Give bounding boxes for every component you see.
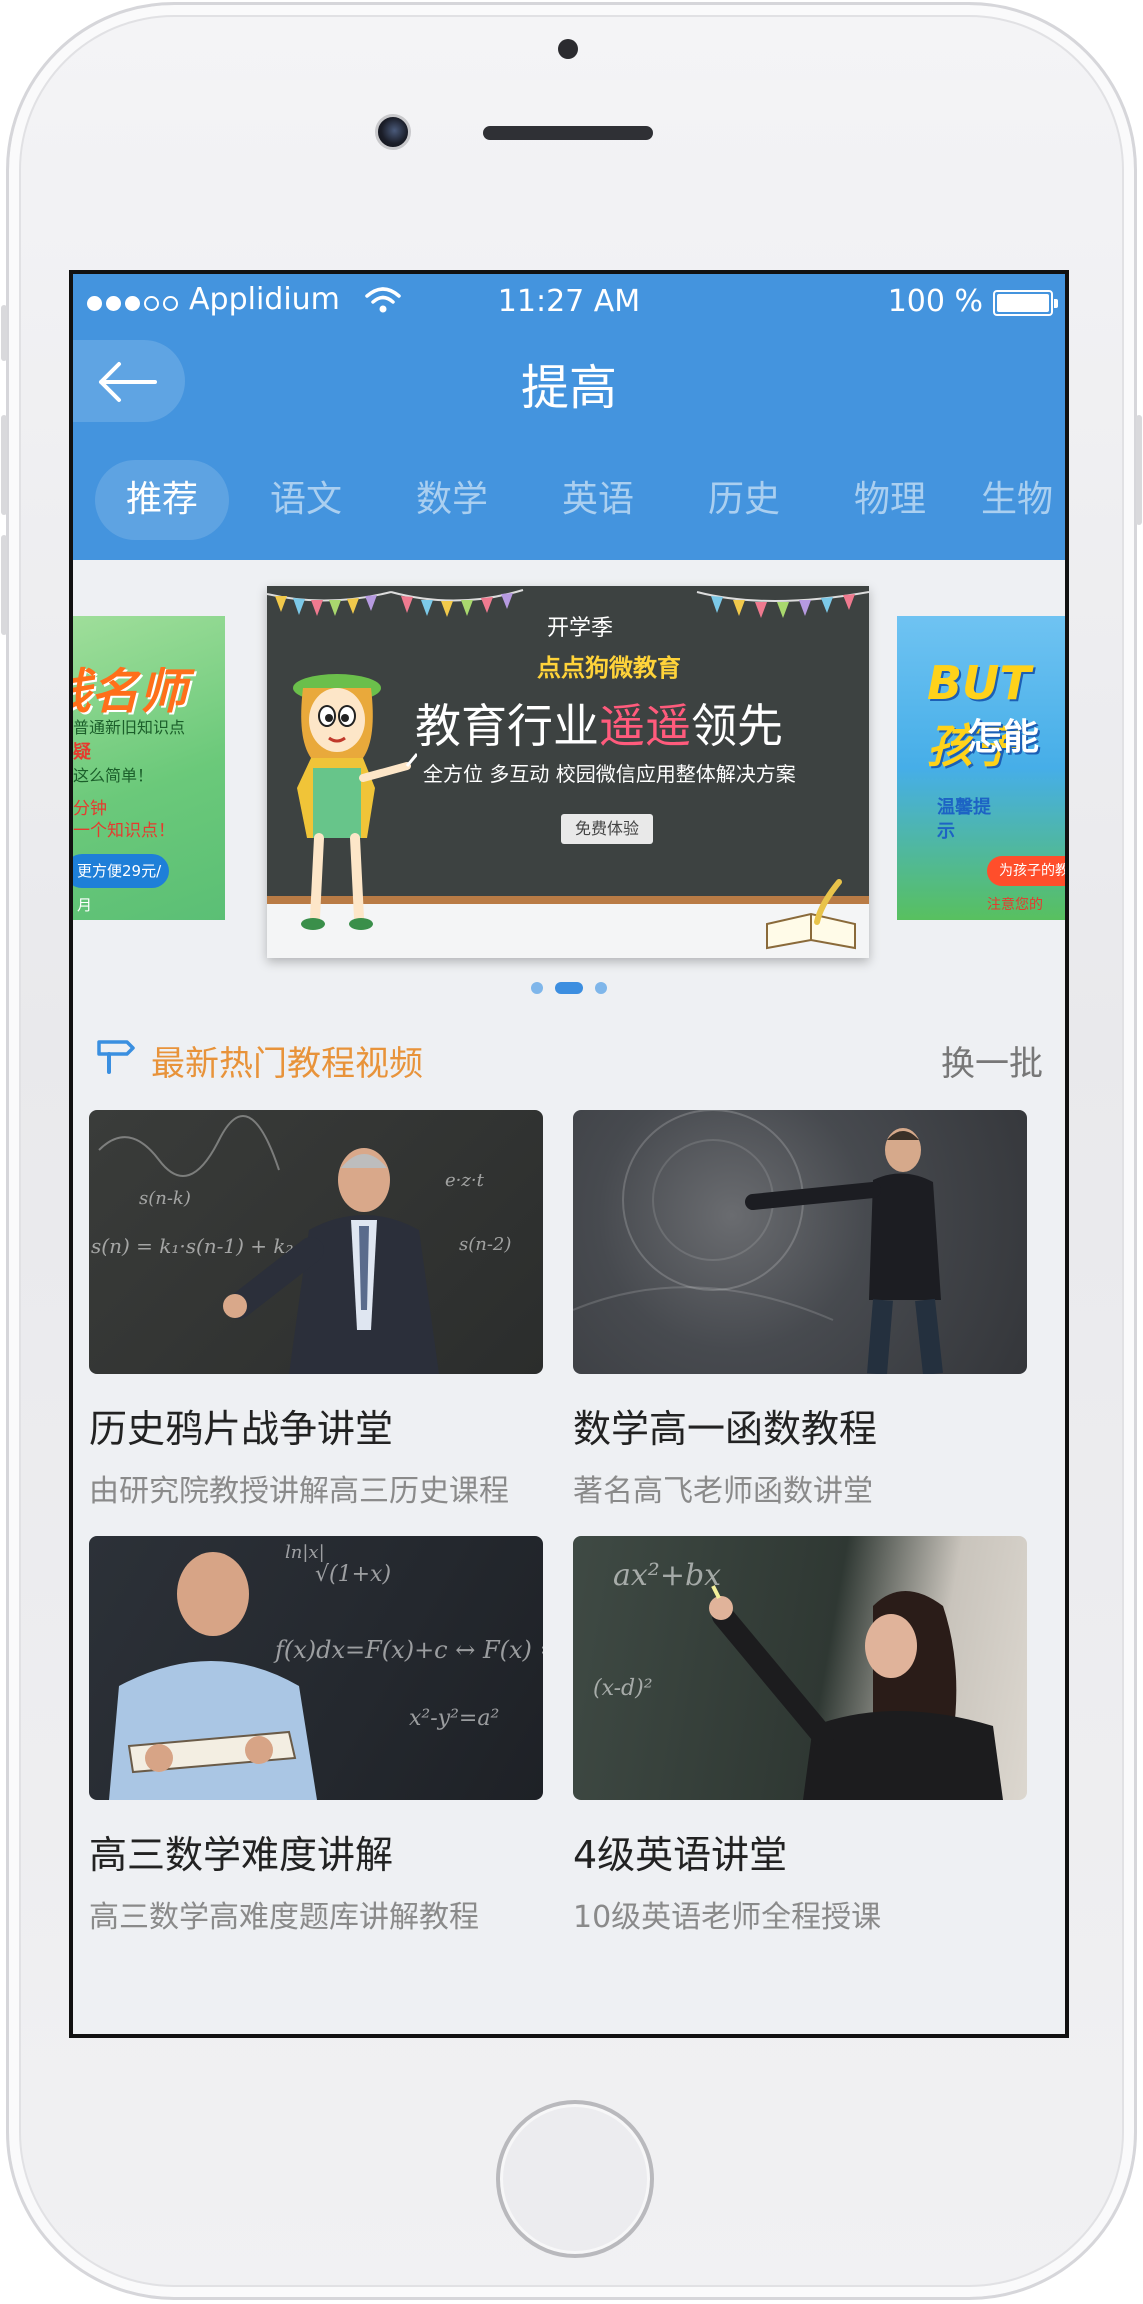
earpiece-speaker xyxy=(483,126,653,140)
video-thumbnail[interactable]: √(1+x) f(x)dx=F(x)+c ↔ F(x) = ∫f(x) x²-y… xyxy=(89,1536,543,1800)
banner-headline-pre: 教育行业 xyxy=(415,699,599,753)
tab-math[interactable]: 数学 xyxy=(385,460,519,540)
battery-percentage: 100 % xyxy=(887,284,983,319)
video-description: 10级英语老师全程授课 xyxy=(573,1900,882,1935)
banner-right-footnote: 注意您的 xyxy=(987,897,1043,913)
banner-left-line: 疑 xyxy=(73,742,91,763)
tab-chinese[interactable]: 语文 xyxy=(239,460,373,540)
video-card[interactable]: 数学高一函数教程 著名高飞老师函数讲堂 xyxy=(573,1110,1027,1509)
banner-right-subtitle: 怎能 xyxy=(967,717,1040,758)
banner-slide-previous[interactable]: 线名师 普通新旧知识点 疑 这么简单！ 分钟 一个知识点！ 更方便29元/月 xyxy=(73,616,225,920)
tab-history[interactable]: 历史 xyxy=(677,460,811,540)
video-title[interactable]: 4级英语讲堂 xyxy=(573,1824,1027,1879)
banner-left-price-pill: 更方便29元/月 xyxy=(73,854,169,914)
banner-headline-post: 领先 xyxy=(691,699,783,753)
tab-english[interactable]: 英语 xyxy=(531,460,665,540)
app-screen: Applidium 11:27 AM 100 % 提高 推荐 语文 数学 英语 … xyxy=(69,270,1069,2038)
page-title: 提高 xyxy=(520,360,617,416)
banner-tagline: 全方位 多互动 校园微信应用整体解决方案 xyxy=(423,762,796,786)
banner-right-pill: 为孩子的教 xyxy=(987,856,1065,886)
banner-cta-button[interactable]: 免费体验 xyxy=(561,814,653,844)
video-thumbnail[interactable]: ax²+bx (x-d)² xyxy=(573,1536,1027,1800)
mute-switch xyxy=(1,305,7,361)
banner-headline: 教育行业遥遥领先 xyxy=(415,690,783,756)
carousel-page-indicator[interactable] xyxy=(73,982,1065,996)
carousel-dot-active[interactable] xyxy=(555,982,583,994)
video-title[interactable]: 历史鸦片战争讲堂 xyxy=(89,1398,543,1453)
video-title[interactable]: 高三数学难度讲解 xyxy=(89,1824,543,1879)
banner-left-title: 线名师 xyxy=(73,664,188,720)
video-card[interactable]: ax²+bx (x-d)² 4级英语讲堂 10级英语老师全程授课 xyxy=(573,1536,1027,1935)
tab-recommended[interactable]: 推荐 xyxy=(95,460,229,540)
banner-slide-current[interactable]: 开学季 点点狗微教育 教育行业遥遥领先 全方位 多互动 校园微信应用整体解决方案… xyxy=(267,586,869,958)
banner-slide-next[interactable]: BUT孩子 怎能 温馨提示 为孩子的教 注意您的 xyxy=(897,616,1065,920)
lecturer-figure xyxy=(573,1110,943,1374)
banner-left-line: 一个知识点！ xyxy=(73,821,175,841)
lecturer-figure xyxy=(709,1585,1003,1800)
home-button[interactable] xyxy=(496,2100,654,2258)
banner-left-line: 这么简单！ xyxy=(73,766,154,785)
status-bar: Applidium 11:27 AM 100 % xyxy=(73,274,1065,334)
volume-down-button xyxy=(1,535,7,635)
carousel-dot[interactable] xyxy=(595,982,607,994)
lecturer-figure xyxy=(98,1115,439,1374)
proximity-sensor xyxy=(558,39,578,59)
cartoon-teacher-icon xyxy=(293,674,417,930)
refresh-batch-button[interactable]: 换一批 xyxy=(941,1036,1043,1085)
video-description: 著名高飞老师函数讲堂 xyxy=(573,1474,873,1509)
tab-physics[interactable]: 物理 xyxy=(823,460,957,540)
signpost-icon xyxy=(97,1040,135,1074)
video-card[interactable]: s(n-k) s(n) = k₁·s(n-1) + k₂ s(n-2) e·z·… xyxy=(89,1110,543,1509)
volume-up-button xyxy=(1,415,7,515)
video-thumbnail[interactable]: s(n-k) s(n) = k₁·s(n-1) + k₂ s(n-2) e·z·… xyxy=(89,1110,543,1374)
app-header: Applidium 11:27 AM 100 % 提高 推荐 语文 数学 英语 … xyxy=(73,274,1065,560)
video-description: 由研究院教授讲解高三历史课程 xyxy=(89,1474,509,1509)
section-title: 最新热门教程视频 xyxy=(151,1044,423,1084)
front-camera xyxy=(375,114,411,150)
carousel-dot[interactable] xyxy=(531,982,543,994)
book-quill-icon xyxy=(766,879,856,950)
banner-brand: 点点狗微教育 xyxy=(537,654,681,682)
video-card[interactable]: √(1+x) f(x)dx=F(x)+c ↔ F(x) = ∫f(x) x²-y… xyxy=(89,1536,543,1935)
banner-right-tip: 温馨提示 xyxy=(937,797,991,842)
video-thumbnail[interactable] xyxy=(573,1110,1027,1374)
power-button xyxy=(1136,415,1142,525)
battery-icon xyxy=(993,290,1058,316)
banner-left-line: 普通新旧知识点 xyxy=(73,718,186,737)
category-tabs: 推荐 语文 数学 英语 历史 物理 生物 xyxy=(73,460,1065,544)
video-title[interactable]: 数学高一函数教程 xyxy=(573,1398,1027,1453)
banner-headline-accent: 遥遥 xyxy=(599,699,691,753)
video-description: 高三数学高难度题库讲解教程 xyxy=(89,1900,479,1935)
tab-biology[interactable]: 生物 xyxy=(969,460,1065,540)
banner-season-label: 开学季 xyxy=(547,616,614,641)
lecturer-figure xyxy=(109,1552,317,1800)
